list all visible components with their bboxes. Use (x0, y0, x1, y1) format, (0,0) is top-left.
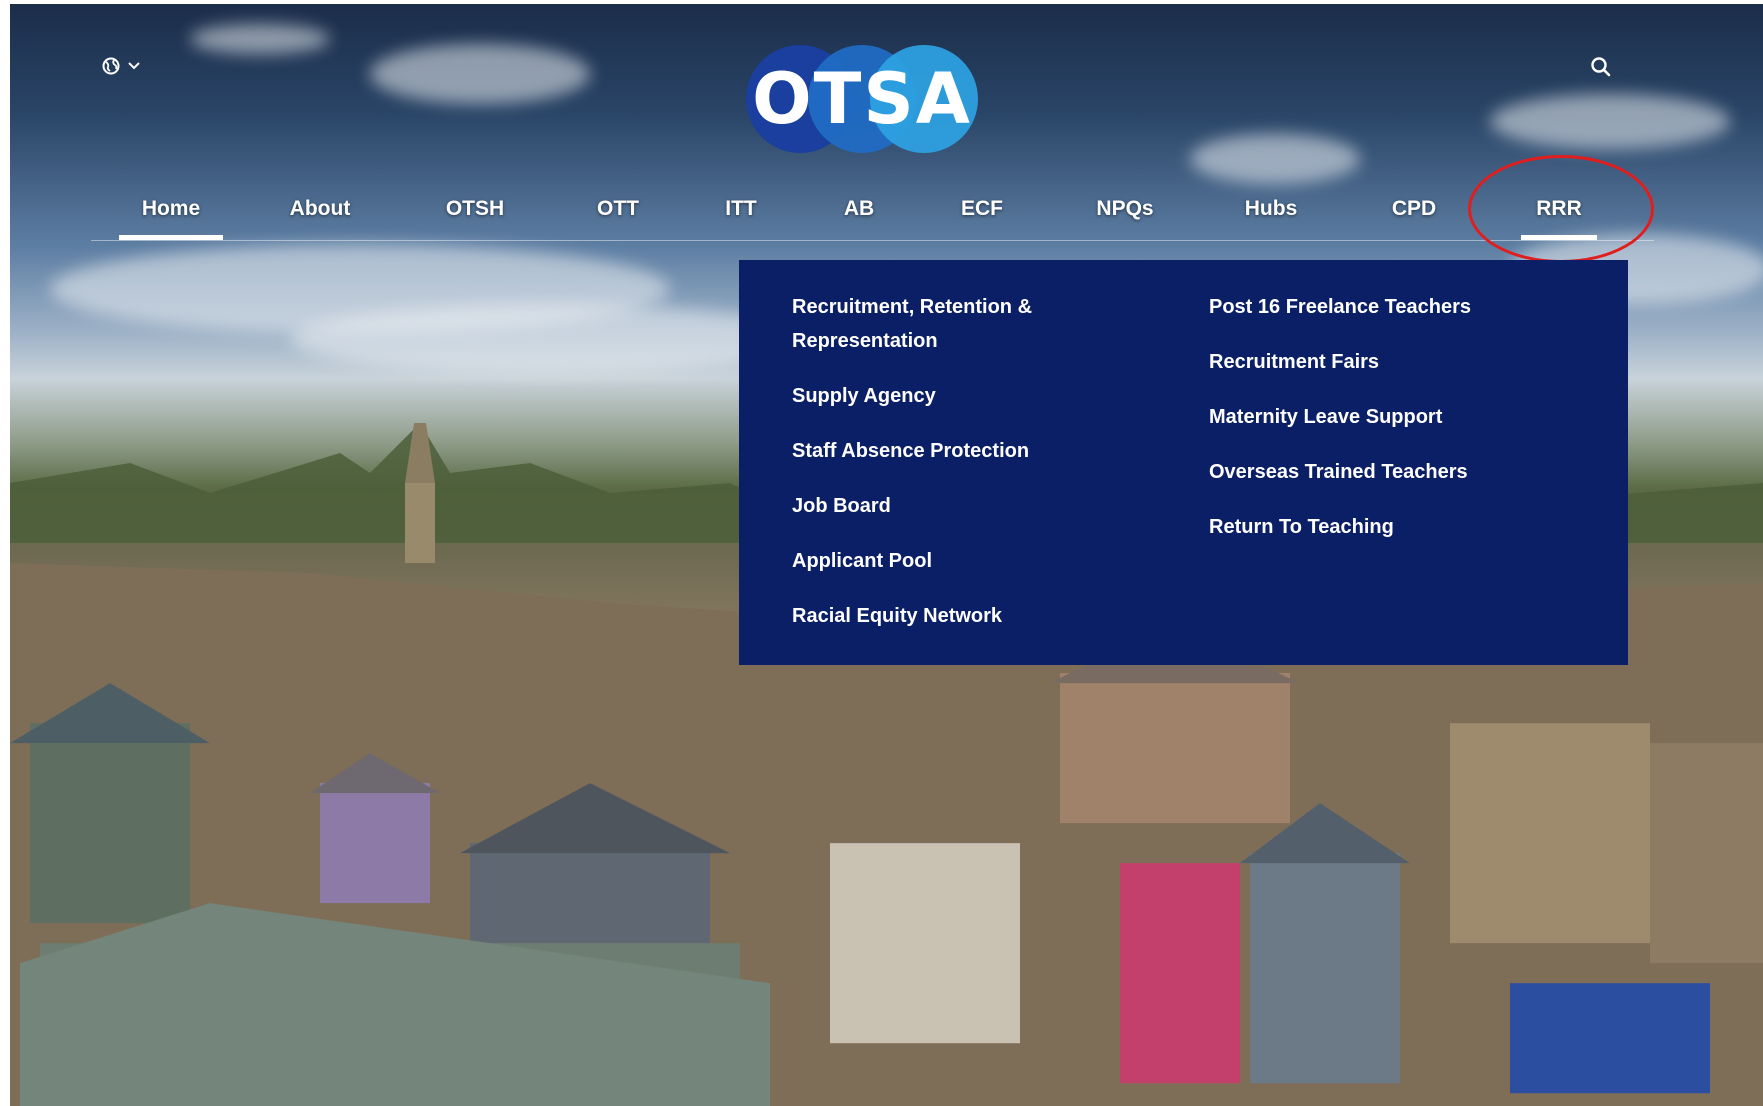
menu-item-post-16-freelance-teachers[interactable]: Post 16 Freelance Teachers (1209, 290, 1589, 324)
search-icon (1588, 57, 1614, 84)
nav-item-ab[interactable]: AB (829, 194, 889, 240)
menu-item-overseas-trained-teachers[interactable]: Overseas Trained Teachers (1209, 455, 1589, 489)
menu-item-applicant-pool[interactable]: Applicant Pool (792, 544, 1152, 578)
menu-item-job-board[interactable]: Job Board (792, 489, 1152, 523)
nav-item-ecf[interactable]: ECF (949, 194, 1015, 240)
nav-item-rrr[interactable]: RRR (1521, 194, 1597, 240)
nav-item-label: CPD (1391, 197, 1437, 220)
active-underline (1521, 235, 1597, 240)
page: OTSA Home About OTSH OTT ITT AB ECF NPQs… (0, 0, 1763, 1106)
menu-item-staff-absence-protection[interactable]: Staff Absence Protection (792, 434, 1152, 468)
menu-item-supply-agency[interactable]: Supply Agency (792, 379, 1152, 413)
nav-item-label: OTT (597, 197, 639, 220)
language-switcher[interactable] (102, 54, 140, 78)
nav-item-label: NPQs (1096, 197, 1154, 220)
menu-item-maternity-leave-support[interactable]: Maternity Leave Support (1209, 400, 1589, 434)
menu-item-racial-equity-network[interactable]: Racial Equity Network (792, 599, 1152, 633)
rrr-dropdown-menu: Recruitment, Retention & Representation … (739, 260, 1628, 665)
nav-item-label: ECF (961, 197, 1003, 220)
nav-item-label: Hubs (1244, 197, 1298, 220)
main-navigation: Home About OTSH OTT ITT AB ECF NPQs Hubs… (91, 180, 1654, 241)
globe-icon (102, 57, 120, 75)
nav-item-hubs[interactable]: Hubs (1234, 194, 1308, 240)
nav-item-label: RRR (1536, 197, 1582, 220)
otsa-logo[interactable]: OTSA (746, 40, 978, 158)
nav-item-otsh[interactable]: OTSH (429, 194, 521, 240)
menu-item-recruitment-retention-representation[interactable]: Recruitment, Retention & Representation (792, 290, 1152, 358)
dropdown-right-column: Post 16 Freelance Teachers Recruitment F… (1209, 290, 1589, 565)
active-underline (119, 235, 223, 240)
nav-item-label: ITT (725, 197, 757, 220)
nav-item-ott[interactable]: OTT (583, 194, 653, 240)
menu-item-recruitment-fairs[interactable]: Recruitment Fairs (1209, 345, 1589, 379)
nav-item-about[interactable]: About (274, 194, 366, 240)
dropdown-left-column: Recruitment, Retention & Representation … (792, 290, 1152, 654)
logo-wordmark: OTSA (752, 58, 972, 140)
search-button[interactable] (1588, 54, 1614, 80)
nav-item-cpd[interactable]: CPD (1379, 194, 1449, 240)
chevron-down-icon (128, 62, 140, 70)
nav-item-itt[interactable]: ITT (711, 194, 771, 240)
menu-item-return-to-teaching[interactable]: Return To Teaching (1209, 510, 1589, 544)
nav-item-label: OTSH (445, 197, 505, 220)
nav-item-label: AB (843, 197, 875, 220)
nav-item-npqs[interactable]: NPQs (1085, 194, 1165, 240)
nav-item-label: Home (141, 197, 201, 220)
nav-item-label: About (289, 197, 351, 220)
nav-item-home[interactable]: Home (119, 194, 223, 240)
